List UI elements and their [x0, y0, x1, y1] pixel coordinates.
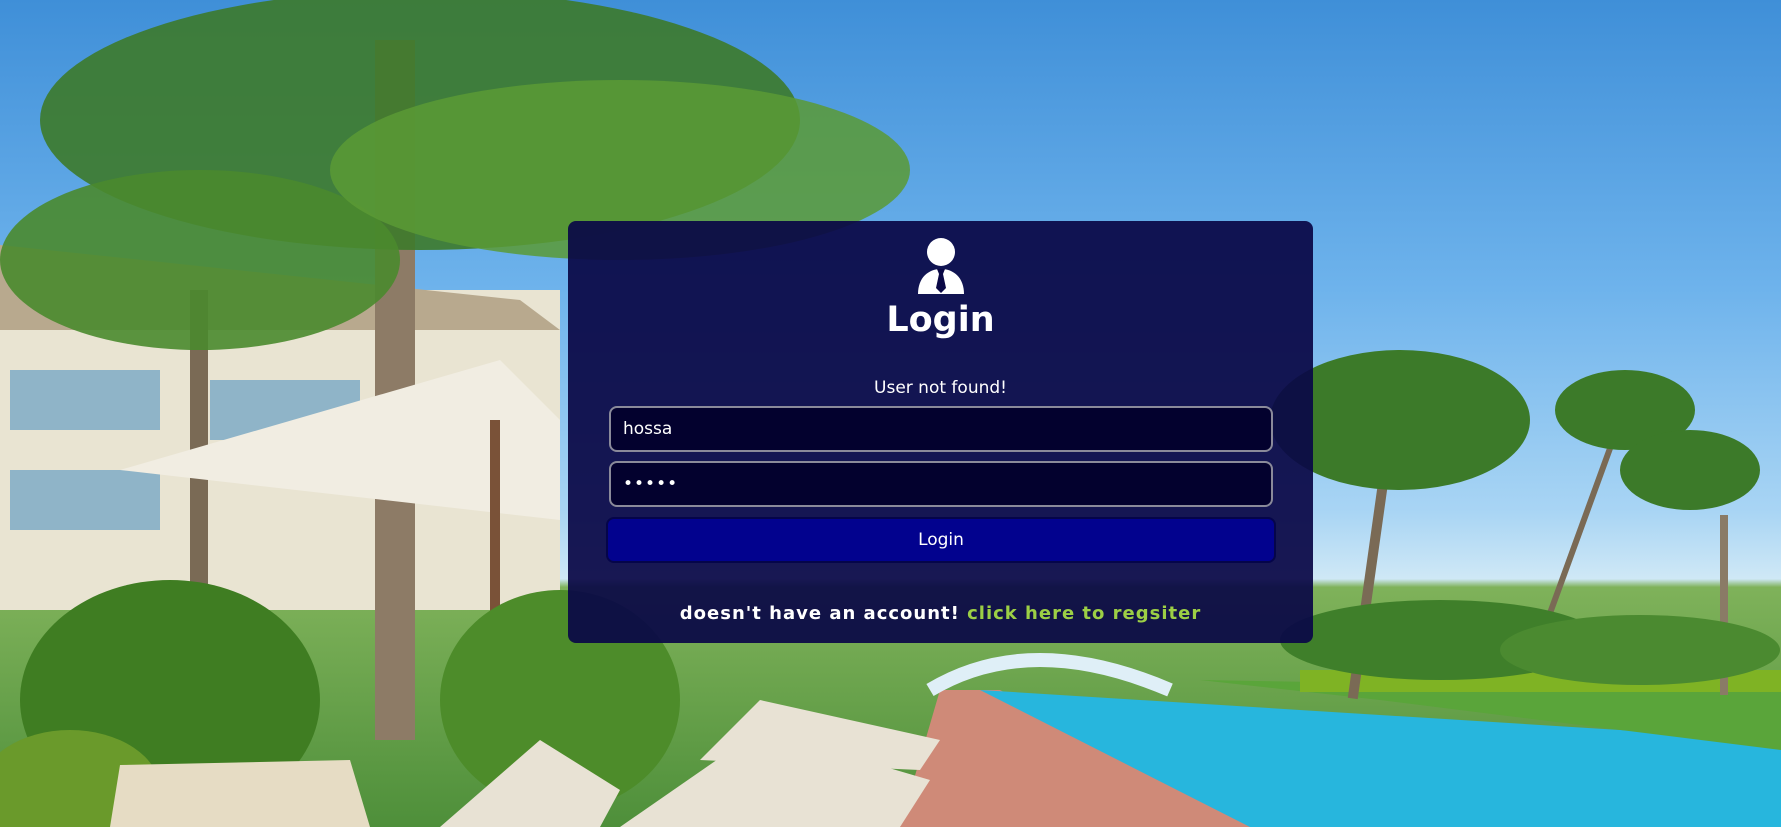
login-panel: Login User not found! Login doesn't have…	[568, 221, 1313, 643]
login-button[interactable]: Login	[606, 517, 1276, 563]
login-title: Login	[886, 300, 995, 340]
user-tie-icon	[918, 238, 964, 294]
password-input[interactable]	[609, 461, 1273, 507]
register-prompt-text: doesn't have an account!	[679, 603, 960, 624]
username-input[interactable]	[609, 406, 1273, 452]
error-message: User not found!	[874, 378, 1007, 398]
register-prompt-row: doesn't have an account! click here to r…	[568, 603, 1313, 625]
register-link[interactable]: click here to regsiter	[967, 603, 1201, 624]
